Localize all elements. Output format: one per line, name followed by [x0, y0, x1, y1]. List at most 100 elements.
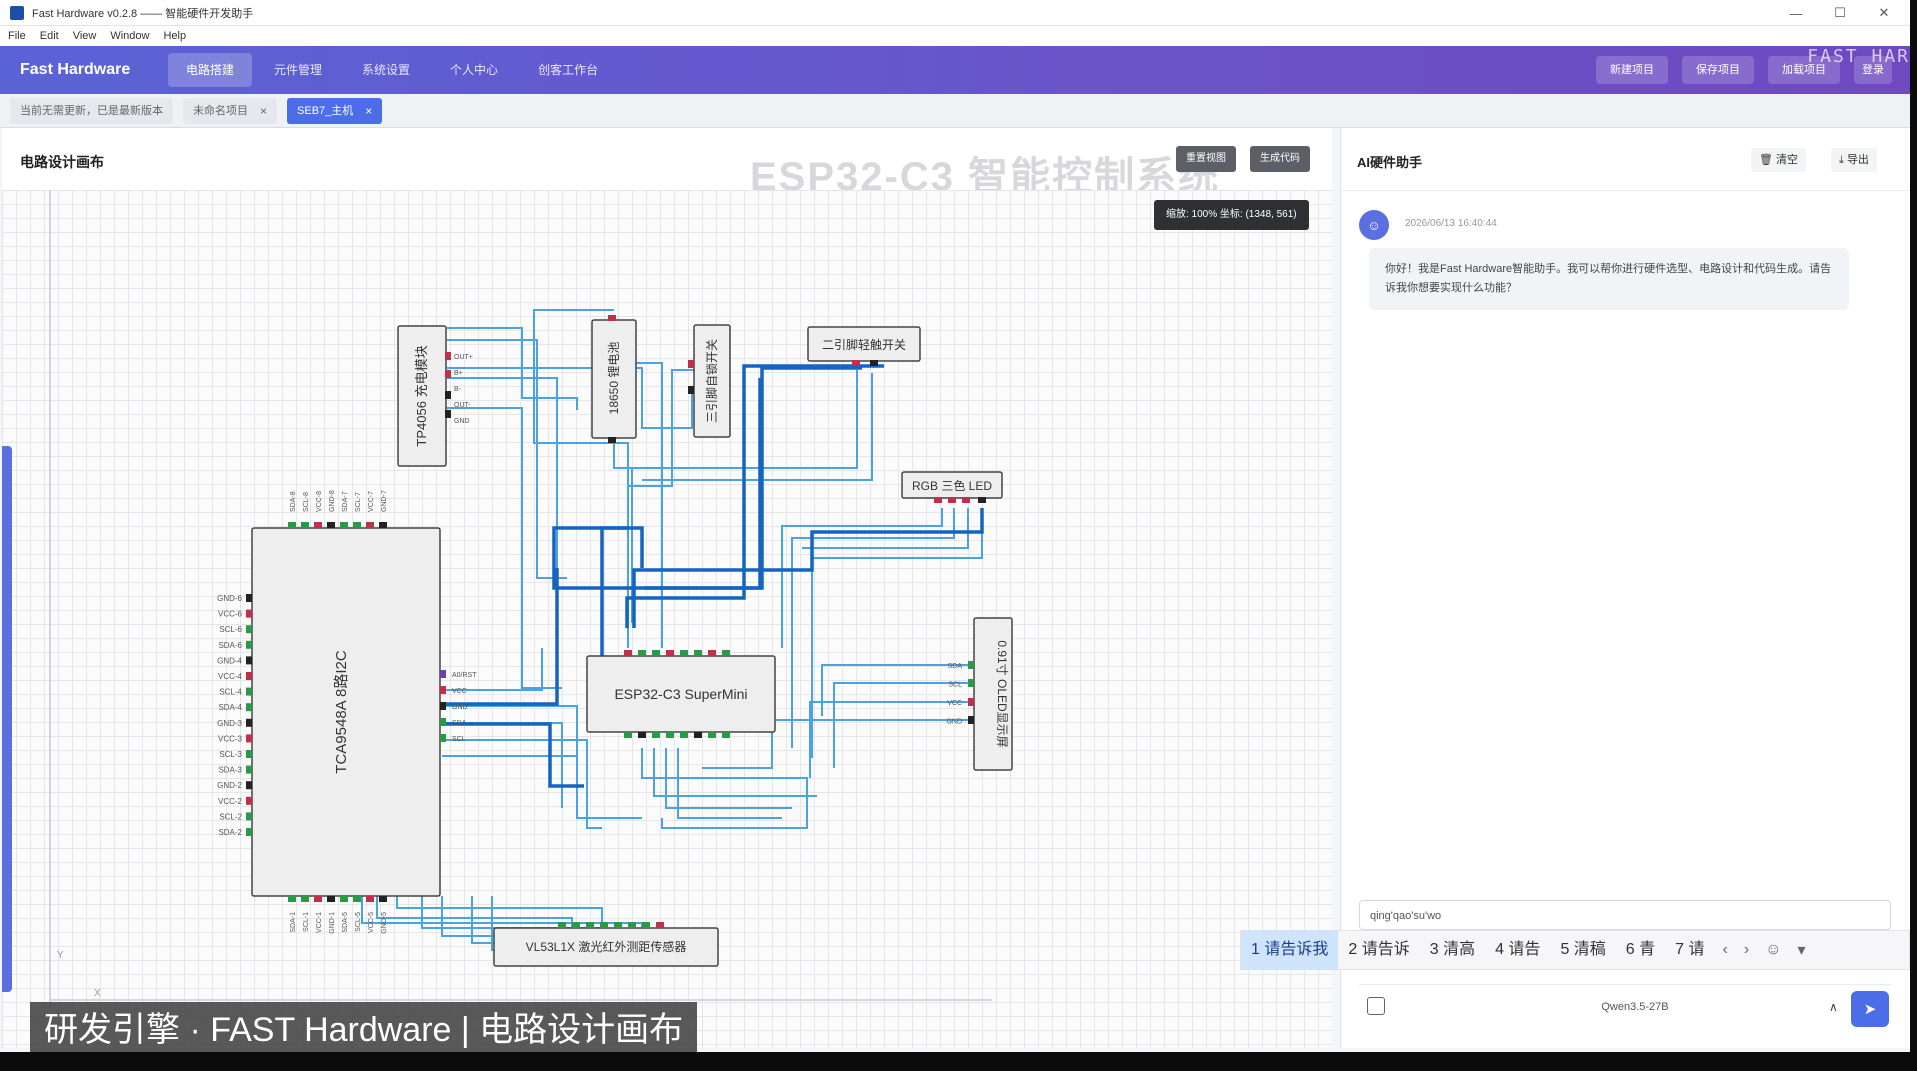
- pin-stub[interactable]: [708, 650, 716, 656]
- pin-stub[interactable]: [440, 686, 446, 694]
- pin-stub[interactable]: [366, 896, 374, 902]
- pin-stub[interactable]: [558, 922, 566, 928]
- nav-tab-components[interactable]: 元件管理: [256, 53, 340, 87]
- chevron-left-icon[interactable]: ‹: [1715, 941, 1736, 959]
- pin-stub[interactable]: [246, 656, 252, 665]
- model-select[interactable]: Qwen3.5-27B: [1425, 993, 1845, 1021]
- pin-stub[interactable]: [638, 650, 646, 656]
- minimize-icon[interactable]: —: [1776, 0, 1816, 26]
- nav-tab-circuit[interactable]: 电路搭建: [168, 53, 253, 87]
- pin-stub[interactable]: [656, 922, 664, 928]
- ime-menu-icon[interactable]: ▾: [1790, 940, 1814, 960]
- pin-stub[interactable]: [722, 650, 730, 656]
- pin-stub[interactable]: [440, 670, 446, 678]
- pin-stub[interactable]: [340, 522, 348, 528]
- nav-tab-maker[interactable]: 创客工作台: [520, 53, 616, 87]
- esp32-c3-supermini[interactable]: ESP32-C3 SuperMini: [586, 650, 776, 738]
- pin-stub[interactable]: [628, 922, 636, 928]
- pin-stub[interactable]: [246, 703, 252, 712]
- pin-stub[interactable]: [314, 896, 322, 902]
- pin-stub[interactable]: [600, 922, 608, 928]
- pin-stub[interactable]: [652, 732, 660, 738]
- circuit-diagram[interactable]: Y X TP4056 充电模块 OUT+B+B-OUT-GND 18650 锂电…: [2, 128, 1332, 1048]
- pin-stub[interactable]: [624, 732, 632, 738]
- chat-input[interactable]: qing'qao'su'wo: [1359, 900, 1891, 930]
- image-icon[interactable]: [1367, 997, 1385, 1015]
- pin-stub[interactable]: [379, 896, 387, 902]
- pin-stub[interactable]: [680, 650, 688, 656]
- pin-stub[interactable]: [246, 781, 252, 790]
- close-icon[interactable]: ✕: [1864, 0, 1904, 26]
- doc-tab-untitled[interactable]: 未命名项目 ×: [183, 97, 278, 124]
- ime-candidate[interactable]: 5 清稿: [1550, 930, 1615, 970]
- pin-stub[interactable]: [379, 522, 387, 528]
- menu-help[interactable]: Help: [163, 30, 186, 42]
- battery-18650[interactable]: 18650 锂电池: [591, 315, 637, 443]
- pin-stub[interactable]: [340, 896, 348, 902]
- pin-stub[interactable]: [288, 522, 296, 528]
- ime-candidate[interactable]: 3 清高: [1420, 930, 1485, 970]
- ime-candidate[interactable]: 2 请告诉: [1338, 930, 1419, 970]
- nav-tab-settings[interactable]: 系统设置: [344, 53, 428, 87]
- pin-stub[interactable]: [301, 896, 309, 902]
- export-chat-button[interactable]: ⤓ 导出: [1831, 148, 1877, 172]
- pin-stub[interactable]: [666, 650, 674, 656]
- tactile-switch[interactable]: 二引脚轻触开关: [807, 326, 921, 366]
- clear-chat-button[interactable]: 🗑 清空: [1751, 148, 1807, 172]
- pin-stub[interactable]: [246, 718, 252, 727]
- pin-stub[interactable]: [301, 522, 309, 528]
- pin-stub[interactable]: [353, 896, 361, 902]
- maximize-icon[interactable]: ☐: [1820, 0, 1860, 26]
- pin-stub[interactable]: [624, 650, 632, 656]
- latching-switch[interactable]: 三引脚自锁开关: [688, 324, 731, 438]
- pin-stub[interactable]: [366, 522, 374, 528]
- pin-stub[interactable]: [288, 896, 296, 902]
- pin-stub[interactable]: [642, 922, 650, 928]
- pin-stub[interactable]: [572, 922, 580, 928]
- menu-file[interactable]: File: [8, 30, 26, 42]
- nav-tab-profile[interactable]: 个人中心: [432, 53, 516, 87]
- pin-stub[interactable]: [708, 732, 716, 738]
- pin-stub[interactable]: [327, 896, 335, 902]
- ime-candidate[interactable]: 6 青: [1616, 930, 1665, 970]
- pin-stub[interactable]: [694, 732, 702, 738]
- tca9548a-module[interactable]: TCA9548A 8路I2C GND-6 VCC-6 SCL-6 SDA-6 GND-4…: [217, 490, 477, 934]
- menu-window[interactable]: Window: [110, 30, 149, 42]
- pin-stub[interactable]: [694, 650, 702, 656]
- ime-candidate[interactable]: 7 请: [1665, 930, 1714, 970]
- menu-edit[interactable]: Edit: [40, 30, 59, 42]
- ime-candidate[interactable]: 1 请告诉我: [1241, 930, 1339, 970]
- pin-stub[interactable]: [246, 609, 252, 618]
- pin-stub[interactable]: [440, 718, 446, 726]
- new-project-button[interactable]: 新建项目: [1596, 56, 1668, 84]
- pin-stub[interactable]: [440, 734, 446, 742]
- pin-stub[interactable]: [314, 522, 322, 528]
- rgb-led[interactable]: RGB 三色 LED: [901, 471, 1003, 503]
- pin-stub[interactable]: [246, 812, 252, 821]
- pin-stub[interactable]: [246, 594, 252, 602]
- pin-stub[interactable]: [680, 732, 688, 738]
- pin-stub[interactable]: [440, 702, 446, 710]
- pin-stub[interactable]: [246, 640, 252, 649]
- pin-stub[interactable]: [246, 687, 252, 696]
- send-button[interactable]: ➤: [1851, 991, 1889, 1027]
- oled-display[interactable]: 0.91寸 OLED显示屏 SDA SCL VCC GND: [946, 617, 1013, 771]
- pin-stub[interactable]: [638, 732, 646, 738]
- ime-candidate[interactable]: 4 请告: [1485, 930, 1550, 970]
- vl53l1x-sensor[interactable]: VL53L1X 激光红外测距传感器: [493, 922, 719, 967]
- pin-stub[interactable]: [246, 765, 252, 774]
- tp4056-module[interactable]: TP4056 充电模块 OUT+ B+ B- OUT- GND: [397, 325, 473, 467]
- menu-view[interactable]: View: [73, 30, 97, 42]
- pin-stub[interactable]: [246, 796, 252, 805]
- pin-stub[interactable]: [652, 650, 660, 656]
- pin-stub[interactable]: [722, 732, 730, 738]
- pin-stub[interactable]: [327, 522, 335, 528]
- pin-stub[interactable]: [246, 625, 252, 634]
- chevron-right-icon[interactable]: ›: [1736, 941, 1757, 959]
- close-tab-icon[interactable]: ×: [260, 98, 267, 124]
- doc-tab-seb7[interactable]: SEB7_主机 ×: [287, 97, 383, 124]
- pin-stub[interactable]: [246, 828, 252, 836]
- pin-stub[interactable]: [614, 922, 622, 928]
- chevron-up-icon[interactable]: ∧: [1829, 993, 1838, 1021]
- pin-stub[interactable]: [246, 734, 252, 743]
